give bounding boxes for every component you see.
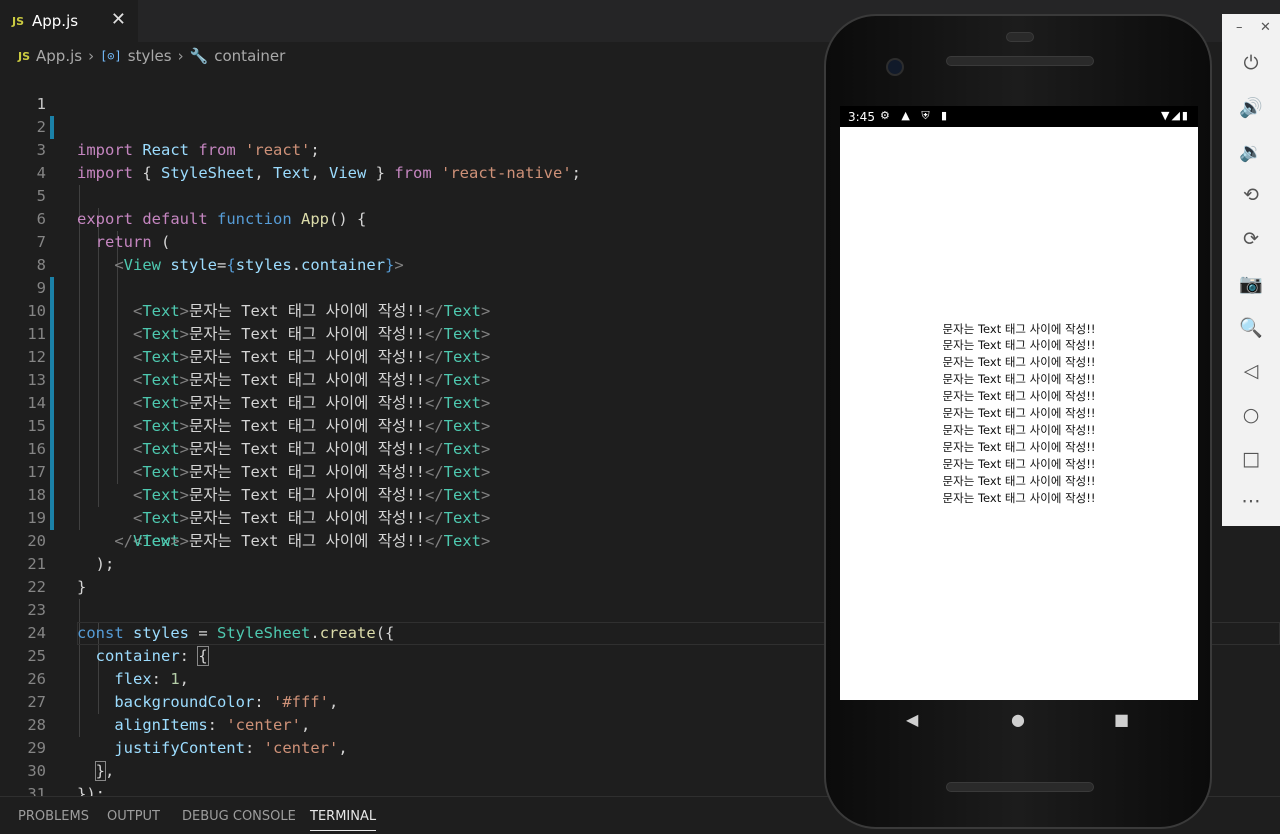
text-element: 문자는 Text 태그 사이에 작성!! xyxy=(942,355,1096,370)
js-file-icon: JS xyxy=(18,49,31,63)
text-element: 문자는 Text 태그 사이에 작성!! xyxy=(942,422,1096,437)
more-icon[interactable]: ⋯ xyxy=(1222,490,1280,512)
overview-icon[interactable]: ■ xyxy=(1114,710,1129,729)
breadcrumb-styles[interactable]: styles xyxy=(128,47,172,65)
text-element: 문자는 Text 태그 사이에 작성!! xyxy=(942,389,1096,404)
signal-battery-icons: ▼◢▮ xyxy=(1161,109,1190,122)
tab-app-js[interactable]: JS App.js ✕ xyxy=(0,0,138,42)
android-nav-bar: ◀ ● ■ xyxy=(840,700,1198,740)
earpiece xyxy=(1006,32,1034,42)
front-camera xyxy=(886,58,904,76)
text-element: 문자는 Text 태그 사이에 작성!! xyxy=(942,490,1096,505)
tab-output[interactable]: OUTPUT xyxy=(107,809,160,824)
text-element: 문자는 Text 태그 사이에 작성!! xyxy=(942,473,1096,488)
text-element: 문자는 Text 태그 사이에 작성!! xyxy=(942,321,1096,336)
text-element: 문자는 Text 태그 사이에 작성!! xyxy=(942,439,1096,454)
tab-debug-console[interactable]: DEBUG CONSOLE xyxy=(182,809,296,824)
back-icon[interactable]: ◀ xyxy=(906,710,918,729)
power-icon[interactable]: ⏻ xyxy=(1222,52,1280,74)
emulator-toolbar: – ✕ ⏻ 🔊 🔉 ⟲ ⟳ 📷 🔍 ◁ ○ □ ⋯ xyxy=(1222,14,1280,526)
tab-problems[interactable]: PROBLEMS xyxy=(18,809,89,824)
breadcrumb-file[interactable]: App.js xyxy=(36,47,82,65)
status-bar: 3:45 ⚙ ▲ ⛨ ▮ ▼◢▮ xyxy=(840,106,1198,128)
chevron-right-icon: › xyxy=(177,47,184,65)
back-icon[interactable]: ◁ xyxy=(1222,360,1280,382)
text-element: 문자는 Text 태그 사이에 작성!! xyxy=(942,372,1096,387)
tab-terminal[interactable]: TERMINAL xyxy=(310,809,377,831)
android-emulator: 3:45 ⚙ ▲ ⛨ ▮ ▼◢▮ 문자는 Text 태그 사이에 작성!! 문자… xyxy=(824,14,1212,829)
zoom-icon[interactable]: 🔍 xyxy=(1222,316,1280,339)
home-icon[interactable]: ○ xyxy=(1222,404,1280,426)
volume-down-icon[interactable]: 🔉 xyxy=(1222,140,1280,163)
text-element: 문자는 Text 태그 사이에 작성!! xyxy=(942,338,1096,353)
volume-up-icon[interactable]: 🔊 xyxy=(1222,96,1280,119)
rotate-right-icon[interactable]: ⟳ xyxy=(1222,228,1280,250)
status-time: 3:45 xyxy=(848,110,875,124)
notification-icons: ⚙ ▲ ⛨ ▮ xyxy=(880,109,952,122)
breadcrumb-container[interactable]: container xyxy=(214,47,285,65)
tab-title: App.js xyxy=(32,12,79,30)
home-icon[interactable]: ● xyxy=(1011,710,1025,729)
text-element: 문자는 Text 태그 사이에 작성!! xyxy=(942,406,1096,421)
minimize-icon[interactable]: – xyxy=(1236,20,1243,35)
bottom-speaker-grille xyxy=(946,782,1094,792)
variable-icon: [⊙] xyxy=(100,49,122,63)
rotate-left-icon[interactable]: ⟲ xyxy=(1222,184,1280,206)
close-icon[interactable]: ✕ xyxy=(111,9,126,30)
app-screen[interactable]: 문자는 Text 태그 사이에 작성!! 문자는 Text 태그 사이에 작성!… xyxy=(840,127,1198,700)
chevron-right-icon: › xyxy=(88,47,95,65)
wrench-icon: 🔧 xyxy=(189,47,209,65)
camera-icon[interactable]: 📷 xyxy=(1222,272,1280,295)
text-element: 문자는 Text 태그 사이에 작성!! xyxy=(942,456,1096,471)
close-icon[interactable]: ✕ xyxy=(1260,20,1271,35)
top-speaker-grille xyxy=(946,56,1094,66)
breadcrumb: JS App.js › [⊙] styles › 🔧 container xyxy=(0,42,830,70)
overview-icon[interactable]: □ xyxy=(1222,448,1280,470)
js-file-icon: JS xyxy=(12,14,25,28)
